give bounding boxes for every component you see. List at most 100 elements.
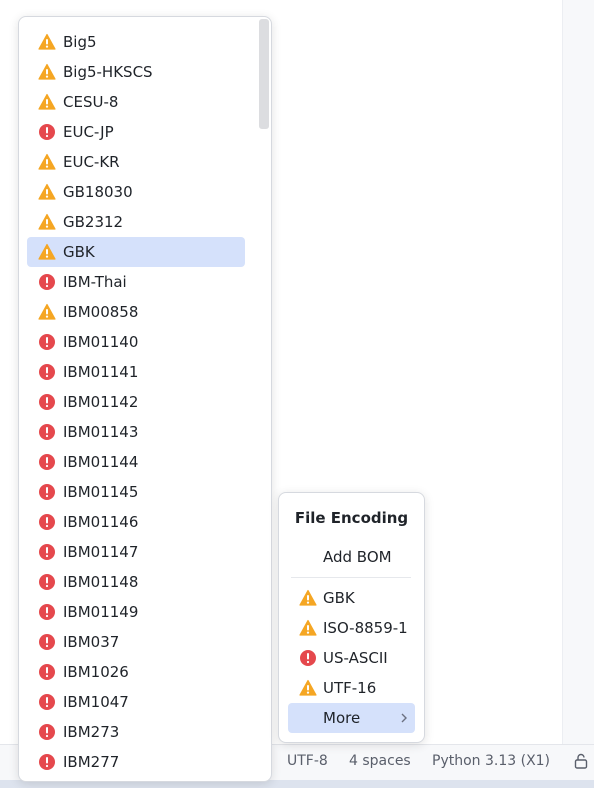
encoding-option-label: US-ASCII [323,649,388,667]
encoding-list-item[interactable]: IBM277 [27,747,245,777]
encoding-list-item[interactable]: Big5 [27,27,245,57]
encoding-list-item[interactable]: IBM01143 [27,417,245,447]
warning-triangle-icon [38,183,56,200]
lock-icon[interactable] [573,753,589,769]
file-encoding-popup: File Encoding Add BOM GBK ISO-8859-1 US-AS… [278,492,425,743]
encoding-label: IBM277 [63,753,120,771]
encoding-list-item[interactable]: IBM01148 [27,567,245,597]
encoding-list-item[interactable]: IBM037 [27,627,245,657]
encoding-label: IBM01147 [63,543,139,561]
warning-triangle-icon [38,153,56,170]
encoding-label: CESU-8 [63,93,119,111]
encoding-label: IBM273 [63,723,120,741]
encoding-list-item[interactable]: IBM1026 [27,657,245,687]
chevron-right-icon [401,713,407,723]
error-circle-icon [39,514,55,530]
error-circle-icon [39,274,55,290]
popup-title: File Encoding [294,509,409,527]
encoding-list-popup: Big5 Big5-HKSCS CESU-8 EUC-JP EUC-KR GB18030 G… [18,16,272,782]
warning-triangle-icon [299,679,317,696]
encoding-label: IBM01144 [63,453,139,471]
encoding-label: EUC-JP [63,123,114,141]
status-indent[interactable]: 4 spaces [349,753,411,769]
encoding-option[interactable]: GBK [289,583,415,613]
error-circle-icon [39,724,55,740]
encoding-list-item[interactable]: IBM273 [27,717,245,747]
encoding-label: Big5-HKSCS [63,63,153,81]
error-circle-icon [39,124,55,140]
encoding-label: Big5 [63,33,97,51]
encoding-label: IBM01141 [63,363,139,381]
encoding-option[interactable]: UTF-16 [289,673,415,703]
more-item[interactable]: More [288,703,415,733]
error-circle-icon [39,694,55,710]
status-encoding[interactable]: UTF-8 [287,753,328,769]
encoding-list-item[interactable]: IBM01147 [27,537,245,567]
encoding-label: EUC-KR [63,153,120,171]
error-circle-icon [39,364,55,380]
encoding-list-item[interactable]: IBM01141 [27,357,245,387]
encoding-list-item[interactable]: IBM-Thai [27,267,245,297]
encoding-label: IBM01149 [63,603,139,621]
encoding-label: IBM1047 [63,693,129,711]
encoding-label: IBM037 [63,633,120,651]
encoding-list-item[interactable]: IBM01149 [27,597,245,627]
encoding-list-item[interactable]: IBM01140 [27,327,245,357]
error-circle-icon [39,484,55,500]
error-circle-icon [39,544,55,560]
error-circle-icon [39,664,55,680]
warning-triangle-icon [38,303,56,320]
encoding-label: IBM01140 [63,333,139,351]
warning-triangle-icon [299,619,317,636]
encoding-list-item[interactable]: GB2312 [27,207,245,237]
encoding-list-item[interactable]: GBK [27,237,245,267]
encoding-list-item[interactable]: Big5-HKSCS [27,57,245,87]
encoding-label: IBM01146 [63,513,139,531]
warning-triangle-icon [38,63,56,80]
encoding-label: IBM01143 [63,423,139,441]
encoding-label: GB18030 [63,183,133,201]
divider [291,577,411,578]
error-circle-icon [39,424,55,440]
encoding-option-label: GBK [323,589,355,607]
list-scrollbar[interactable] [259,19,269,129]
encoding-list-item[interactable]: GB18030 [27,177,245,207]
encoding-label: IBM00858 [63,303,139,321]
warning-triangle-icon [38,93,56,110]
encoding-list-item[interactable]: CESU-8 [27,87,245,117]
error-circle-icon [39,334,55,350]
encoding-option[interactable]: US-ASCII [289,643,415,673]
warning-triangle-icon [38,33,56,50]
encoding-list-item[interactable]: IBM01144 [27,447,245,477]
encoding-list-item[interactable]: IBM01145 [27,477,245,507]
error-circle-icon [300,650,316,666]
encoding-label: IBM-Thai [63,273,127,291]
status-interpreter[interactable]: Python 3.13 (X1) [432,753,550,769]
warning-triangle-icon [38,243,56,260]
encoding-option[interactable]: ISO-8859-1 [289,613,415,643]
encoding-list-item[interactable]: IBM01146 [27,507,245,537]
encoding-option-label: UTF-16 [323,679,377,697]
encoding-label: GB2312 [63,213,124,231]
right-gutter [562,0,594,744]
warning-triangle-icon [38,213,56,230]
encoding-label: IBM01148 [63,573,139,591]
error-circle-icon [39,634,55,650]
encoding-list-item[interactable]: IBM1047 [27,687,245,717]
encoding-label: IBM01142 [63,393,139,411]
warning-triangle-icon [299,589,317,606]
encoding-option-label: ISO-8859-1 [323,619,408,637]
error-circle-icon [39,754,55,770]
encoding-list-item[interactable]: IBM00858 [27,297,245,327]
encoding-label: IBM1026 [63,663,129,681]
encoding-list-item[interactable]: IBM01142 [27,387,245,417]
encoding-list-item[interactable]: EUC-JP [27,117,245,147]
error-circle-icon [39,454,55,470]
error-circle-icon [39,394,55,410]
add-bom-item[interactable]: Add BOM [323,548,392,566]
encoding-label: GBK [63,243,95,261]
error-circle-icon [39,604,55,620]
encoding-list-item[interactable]: EUC-KR [27,147,245,177]
more-label: More [323,709,361,727]
encoding-label: IBM01145 [63,483,139,501]
